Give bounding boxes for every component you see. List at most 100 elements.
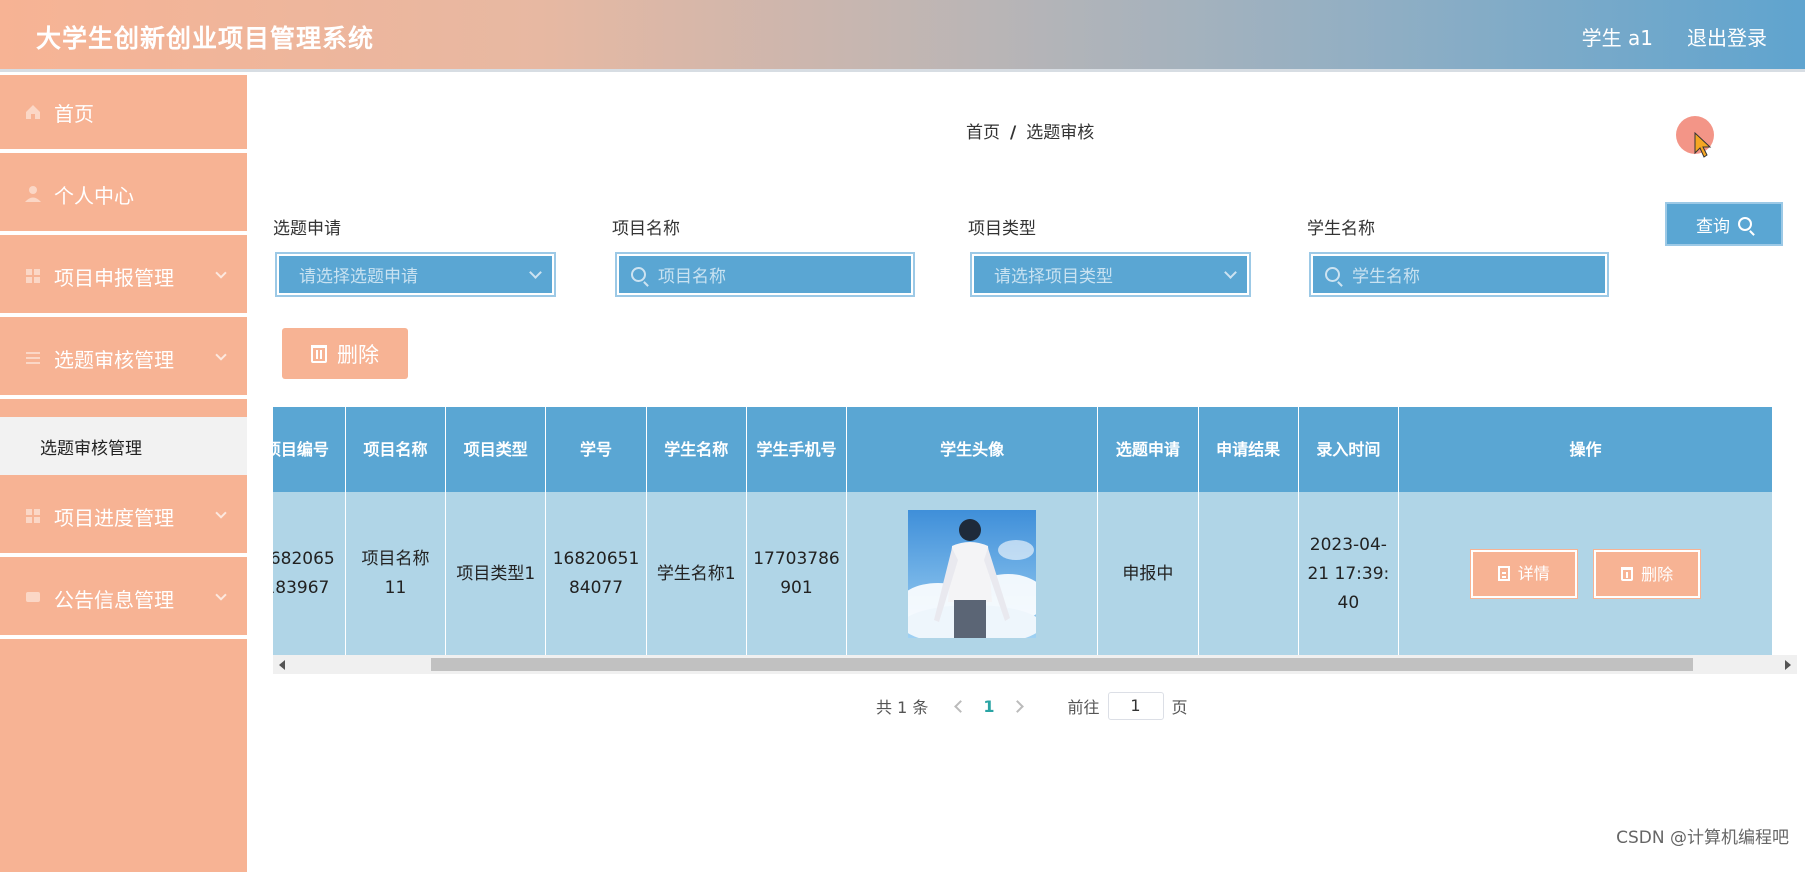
chevron-down-icon: [215, 589, 227, 601]
detail-button-label: 详情: [1517, 564, 1550, 584]
row-delete-button[interactable]: 删除: [1594, 550, 1701, 599]
cell-avatar: [846, 492, 1099, 656]
sidebar-item-topic-review[interactable]: 选题审核管理: [0, 321, 247, 399]
chevron-down-icon: [215, 267, 227, 279]
home-icon: [26, 105, 40, 119]
sidebar-item-profile[interactable]: 个人中心: [0, 157, 247, 235]
cell-project-name: 项目名称11: [345, 492, 447, 656]
trash-icon: [311, 344, 327, 363]
cursor-icon: [1694, 132, 1712, 158]
pagination: 共 1 条 1 前往 1 页: [876, 692, 1188, 720]
pagination-goto-label: 前往: [1067, 698, 1100, 717]
student-name-input[interactable]: 学生名称: [1309, 252, 1609, 297]
student-avatar-image[interactable]: [908, 510, 1037, 638]
message-icon: [26, 592, 40, 602]
cell-student-name: 学生名称1: [646, 492, 747, 656]
grid-icon: [26, 269, 40, 283]
scroll-right-arrow-icon[interactable]: [1785, 660, 1791, 670]
sidebar-item-home[interactable]: 首页: [0, 75, 247, 153]
col-header-student-no[interactable]: 学号: [545, 407, 647, 492]
search-icon: [631, 267, 646, 282]
col-header-time[interactable]: 录入时间: [1298, 407, 1399, 492]
trash-icon: [1621, 567, 1634, 582]
cell-apply-result: [1198, 492, 1299, 656]
query-button[interactable]: 查询: [1665, 202, 1783, 246]
scrollbar-thumb[interactable]: [431, 658, 1693, 671]
sidebar-item-progress[interactable]: 项目进度管理: [0, 479, 247, 557]
input-placeholder: 项目名称: [658, 267, 726, 287]
col-header-avatar: 学生头像: [846, 407, 1099, 492]
sidebar-item-label: 项目申报管理: [54, 265, 174, 290]
filter-label-project-name: 项目名称: [612, 219, 680, 239]
query-button-label: 查询: [1696, 216, 1730, 237]
search-icon: [1325, 267, 1340, 282]
breadcrumb-home[interactable]: 首页: [966, 123, 1000, 143]
cell-student-no: 1682065184077: [545, 492, 647, 656]
sidebar-item-label: 首页: [54, 101, 94, 126]
sidebar-item-label: 个人中心: [54, 183, 134, 208]
col-header-actions: 操作: [1398, 407, 1774, 492]
chevron-down-icon: [215, 507, 227, 519]
cell-phone: 17703786901: [746, 492, 848, 656]
chevron-down-icon: [1224, 266, 1237, 279]
cell-actions: 详情 删除: [1398, 492, 1774, 656]
col-header-result[interactable]: 申请结果: [1198, 407, 1299, 492]
scroll-left-arrow-icon[interactable]: [279, 660, 285, 670]
topic-review-table: 项目编号 项目名称 项目类型 学号 学生名称 学生手机号 学生头像 选题申请 申…: [273, 407, 1774, 656]
cell-project-no: 1682065183967: [273, 492, 346, 656]
cell-project-type: 项目类型1: [445, 492, 547, 656]
sidebar: 首页 个人中心 项目申报管理 选题审核管理 选题审核管理 项目进度管理 公告信息…: [0, 75, 247, 872]
next-page-icon[interactable]: [1010, 699, 1024, 713]
watermark: CSDN @计算机编程吧: [1616, 828, 1789, 848]
breadcrumb-current: 选题审核: [1026, 123, 1095, 143]
sidebar-item-label: 公告信息管理: [54, 587, 174, 612]
document-icon: [1497, 566, 1510, 582]
project-type-select[interactable]: 请选择项目类型: [970, 252, 1251, 297]
col-header-project-type[interactable]: 项目类型: [445, 407, 547, 492]
prev-page-icon[interactable]: [954, 699, 968, 713]
data-table: 项目编号 项目名称 项目类型 学号 学生名称 学生手机号 学生头像 选题申请 申…: [273, 407, 1797, 674]
logout-link[interactable]: 退出登录: [1687, 22, 1767, 51]
detail-button[interactable]: 详情: [1470, 549, 1577, 598]
cell-created-time: 2023-04-21 17:39:40: [1298, 492, 1399, 656]
project-name-input[interactable]: 项目名称: [615, 252, 915, 297]
sidebar-item-notice[interactable]: 公告信息管理: [0, 561, 247, 639]
pagination-total: 共 1 条: [876, 698, 929, 717]
search-icon: [1738, 217, 1752, 231]
current-user[interactable]: 学生 a1: [1582, 22, 1653, 51]
filter-label-project-type: 项目类型: [968, 219, 1036, 239]
col-header-project-no[interactable]: 项目编号: [273, 407, 346, 492]
select-placeholder: 请选择项目类型: [994, 267, 1113, 287]
col-header-student-name[interactable]: 学生名称: [646, 407, 747, 492]
filter-label-student-name: 学生名称: [1307, 219, 1375, 239]
col-header-apply[interactable]: 选题申请: [1097, 407, 1199, 492]
batch-delete-label: 删除: [337, 342, 379, 367]
sidebar-subitem-topic-review[interactable]: 选题审核管理: [0, 417, 247, 475]
select-placeholder: 请选择选题申请: [299, 267, 418, 287]
grid-icon: [26, 509, 40, 523]
chevron-down-icon: [215, 349, 227, 361]
col-header-project-name[interactable]: 项目名称: [345, 407, 447, 492]
chevron-down-icon: [529, 266, 542, 279]
filter-label-topic-apply: 选题申请: [273, 219, 341, 239]
pagination-page-unit: 页: [1171, 698, 1188, 717]
breadcrumb-separator: /: [1010, 123, 1017, 143]
app-title: 大学生创新创业项目管理系统: [36, 24, 375, 53]
row-delete-label: 删除: [1641, 564, 1674, 584]
sidebar-item-label: 项目进度管理: [54, 505, 174, 530]
sidebar-item-project-apply[interactable]: 项目申报管理: [0, 239, 247, 317]
list-icon: [26, 352, 40, 364]
batch-delete-button[interactable]: 删除: [282, 328, 408, 379]
breadcrumb: 首页 / 选题审核: [966, 118, 1094, 143]
user-icon: [25, 186, 41, 202]
table-header-row: 项目编号 项目名称 项目类型 学号 学生名称 学生手机号 学生头像 选题申请 申…: [273, 407, 1774, 492]
horizontal-scrollbar[interactable]: [273, 655, 1797, 674]
cell-apply-status: 申报中: [1097, 492, 1199, 656]
table-row[interactable]: 1682065183967 项目名称11 项目类型1 1682065184077…: [273, 492, 1774, 656]
pagination-page-1[interactable]: 1: [983, 697, 994, 716]
col-header-phone[interactable]: 学生手机号: [746, 407, 848, 492]
pagination-jump-input[interactable]: 1: [1107, 692, 1164, 720]
sidebar-item-label: 选题审核管理: [54, 347, 174, 372]
input-placeholder: 学生名称: [1352, 267, 1420, 287]
topic-apply-select[interactable]: 请选择选题申请: [275, 252, 556, 297]
